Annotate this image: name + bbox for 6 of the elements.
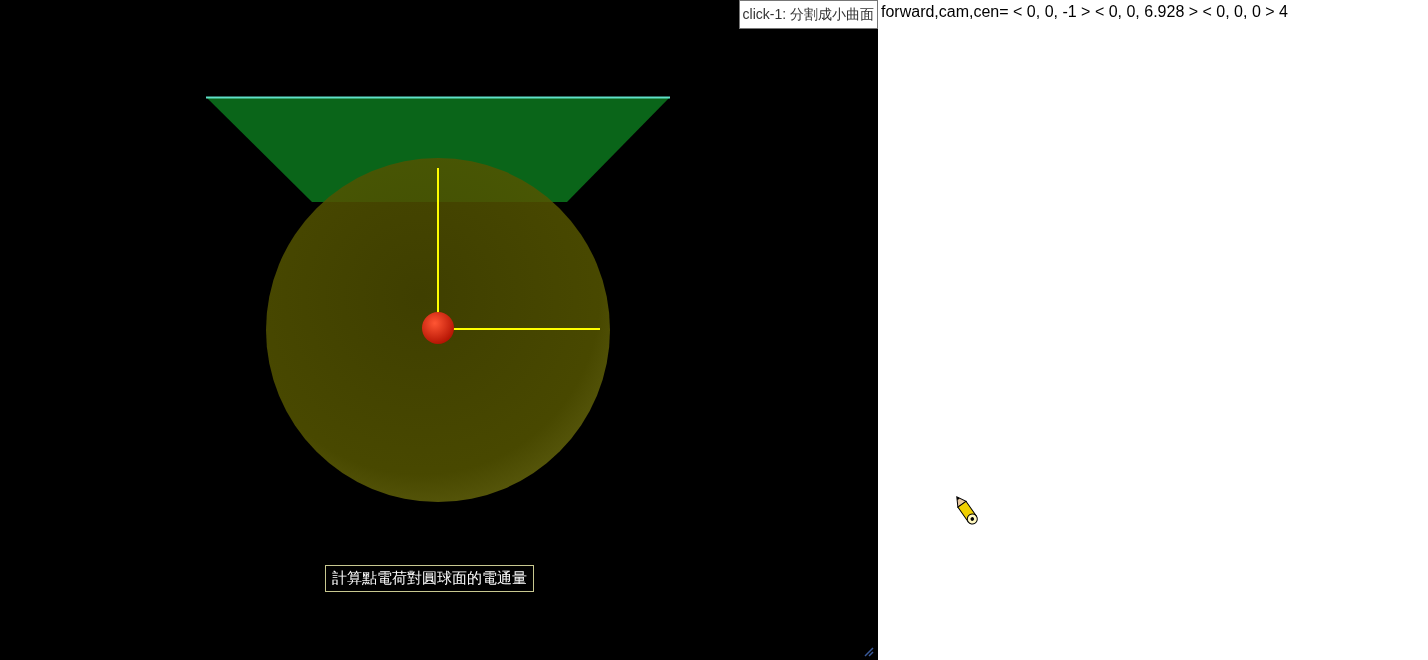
- resize-grip-icon[interactable]: [864, 647, 874, 657]
- point-charge: [422, 312, 454, 344]
- scene-caption: 計算點電荷對圓球面的電通量: [325, 565, 534, 592]
- 3d-canvas[interactable]: 計算點電荷對圓球面的電通量 click-1: 分割成小曲面: [0, 0, 878, 660]
- action-button[interactable]: click-1: 分割成小曲面: [738, 0, 878, 29]
- vector-readout: forward,cam,cen= < 0, 0, -1 > < 0, 0, 6.928 > < 0, 0, 0 > 4: [881, 3, 1289, 21]
